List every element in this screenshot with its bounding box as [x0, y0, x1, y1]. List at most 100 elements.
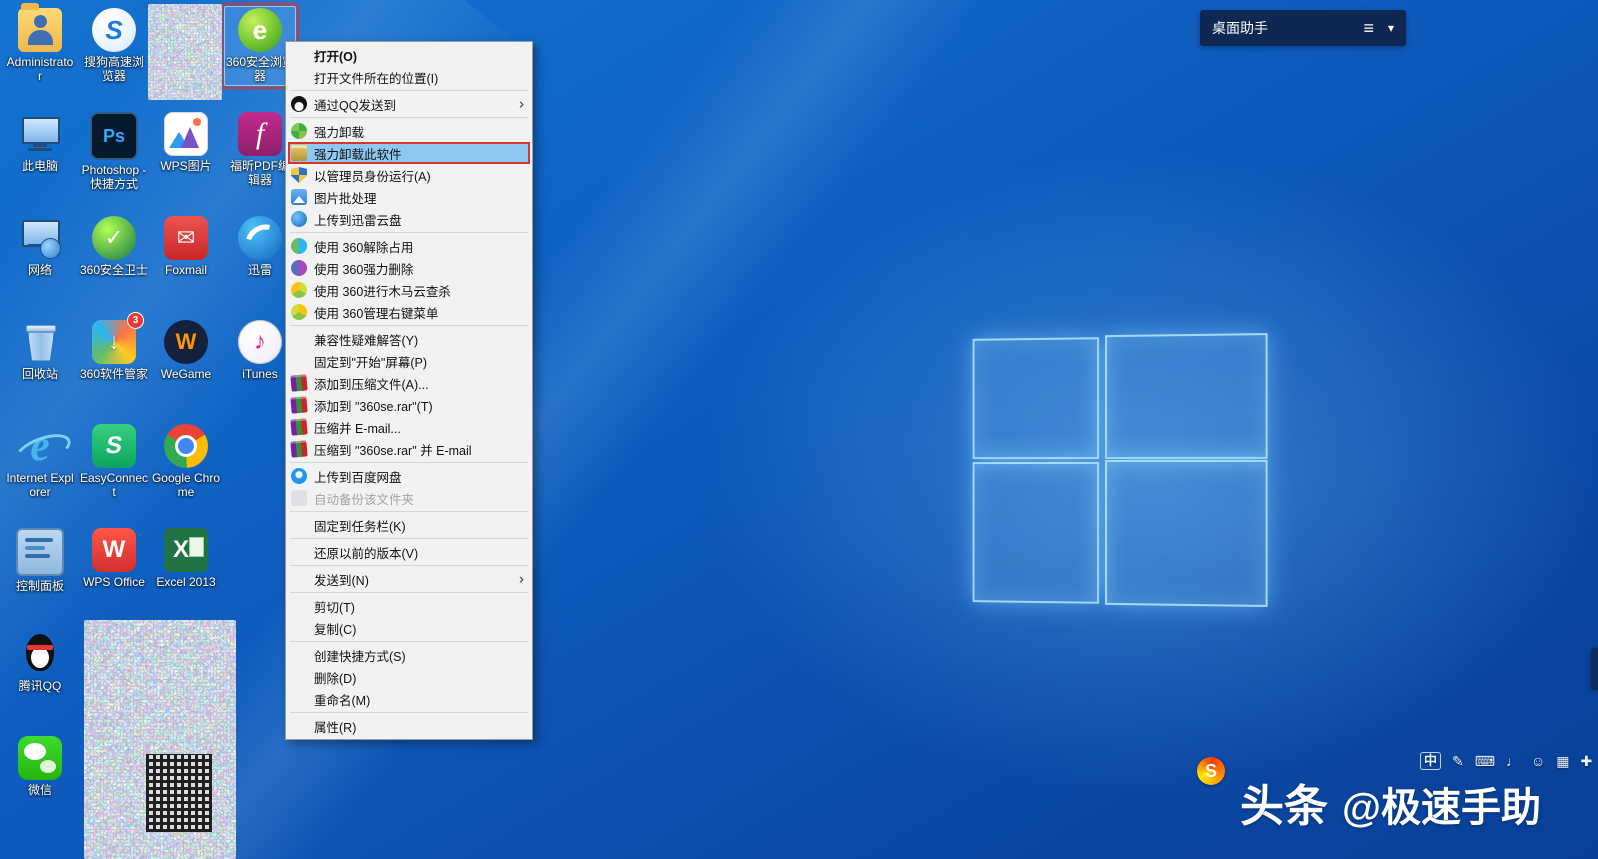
menu-item-add-to-360se-rar[interactable]: 添加到 "360se.rar"(T)	[288, 394, 530, 416]
menu-item-open[interactable]: 打开(O)	[288, 44, 530, 66]
icon-placeholder	[291, 718, 307, 734]
desktop-assistant-bar[interactable]: 桌面助手 ≡ ▾	[1200, 10, 1406, 46]
menu-item-cut[interactable]: 剪切(T)	[288, 595, 530, 617]
keyboard-icon[interactable]: ⌨	[1475, 753, 1495, 770]
desktop-icon-foxmail[interactable]: Foxmail	[150, 214, 222, 280]
wechat-icon	[18, 736, 62, 780]
mic-icon[interactable]: ♩	[1506, 753, 1520, 769]
menu-item-upload-baidu-netdisk[interactable]: 上传到百度网盘	[288, 465, 530, 487]
menu-item-properties[interactable]: 属性(R)	[288, 715, 530, 737]
360-safeguard-icon	[92, 216, 136, 260]
sidebar-handle[interactable]	[1591, 648, 1598, 690]
desktop-icon-wegame[interactable]: WeGame	[150, 318, 222, 384]
menu-item-label: 使用 360解除占用	[314, 237, 413, 256]
icon-part	[239, 218, 289, 266]
icon-part	[40, 760, 56, 773]
context-menu: 打开(O) 打开文件所在的位置(I) 通过QQ发送到› 强力卸载 强力卸载此软件…	[285, 41, 533, 740]
desktop-icon-label: 360安全卫士	[78, 263, 150, 277]
desktop-icon-label: 回收站	[4, 367, 76, 381]
menu-item-force-uninstall[interactable]: 强力卸载	[288, 120, 530, 142]
submenu-arrow-icon: ›	[519, 571, 524, 588]
easyconnect-icon	[92, 424, 136, 468]
360-menu-icon	[291, 304, 307, 320]
desktop-icon-recycle-bin[interactable]: 回收站	[4, 318, 76, 384]
menu-item-360-context-menu-manager[interactable]: 使用 360管理右键菜单	[288, 301, 530, 323]
chevron-down-icon[interactable]: ▾	[1388, 21, 1394, 35]
emoji-icon[interactable]: ☺	[1531, 753, 1545, 769]
menu-item-compress-and-email[interactable]: 压缩并 E-mail...	[288, 416, 530, 438]
desktop-icon-control-panel[interactable]: 控制面板	[4, 526, 76, 596]
desktop-icon-administrator[interactable]: Administrator	[4, 6, 76, 86]
menu-item-pin-to-start[interactable]: 固定到"开始"屏幕(P)	[288, 350, 530, 372]
menu-item-send-via-qq[interactable]: 通过QQ发送到›	[288, 93, 530, 115]
menu-item-360-unlock[interactable]: 使用 360解除占用	[288, 235, 530, 257]
icon-part	[27, 645, 53, 650]
menu-item-add-to-archive[interactable]: 添加到压缩文件(A)...	[288, 372, 530, 394]
skin-grid-icon[interactable]: ▦	[1556, 753, 1569, 770]
menu-item-rename[interactable]: 重命名(M)	[288, 688, 530, 710]
desktop-icon-photoshop[interactable]: Photoshop - 快捷方式	[78, 110, 150, 194]
qr-code-blob	[146, 754, 212, 832]
menu-item-copy[interactable]: 复制(C)	[288, 617, 530, 639]
menu-item-image-batch[interactable]: 图片批处理	[288, 186, 530, 208]
icon-part	[21, 3, 39, 10]
menu-item-create-shortcut[interactable]: 创建快捷方式(S)	[288, 644, 530, 666]
icon-part	[31, 647, 49, 668]
ime-toolbar: 中 ✎ ⌨ ♩ ☺ ▦ ✚	[1420, 752, 1592, 770]
xunlei-cloud-icon	[291, 211, 307, 227]
desktop-icon-360-software-manager[interactable]: 3 360软件管家	[78, 318, 150, 384]
menu-item-delete[interactable]: 删除(D)	[288, 666, 530, 688]
menu-item-360-force-delete[interactable]: 使用 360强力删除	[288, 257, 530, 279]
windows-desktop: Administrator 此电脑 网络 回收站 Internet Explor…	[0, 0, 1598, 859]
desktop-icon-excel-2013[interactable]: Excel 2013	[150, 526, 222, 592]
desktop-icon-sogou-browser[interactable]: 搜狗高速浏览器	[78, 6, 150, 86]
menu-item-run-as-admin[interactable]: 以管理员身份运行(A)	[288, 164, 530, 186]
menu-item-restore-previous-versions[interactable]: 还原以前的版本(V)	[288, 541, 530, 563]
menu-item-label: 通过QQ发送到	[314, 95, 396, 114]
desktop-icon-easyconnect[interactable]: EasyConnect	[78, 422, 150, 502]
ime-mode-badge[interactable]: 中	[1420, 752, 1441, 770]
360-browser-icon	[238, 8, 282, 52]
desktop-icon-tencent-qq[interactable]: 腾讯QQ	[4, 630, 76, 696]
windows-logo-pane	[1105, 460, 1268, 607]
internet-explorer-icon	[18, 424, 62, 468]
icon-part	[25, 538, 53, 542]
desktop-icon-network[interactable]: 网络	[4, 214, 76, 280]
qq-icon	[291, 96, 307, 112]
winrar-icon	[290, 374, 307, 391]
desktop-icon-internet-explorer[interactable]: Internet Explorer	[4, 422, 76, 502]
menu-item-label: 压缩并 E-mail...	[314, 418, 401, 437]
plus-tools-icon[interactable]: ✚	[1581, 753, 1593, 770]
hamburger-menu-icon[interactable]: ≡	[1363, 18, 1374, 39]
sogou-logo-icon[interactable]: S	[1197, 757, 1225, 785]
desktop-icon-wps-office[interactable]: WPS Office	[78, 526, 150, 592]
360-software-manager-icon: 3	[92, 320, 136, 364]
menu-item-send-to[interactable]: 发送到(N)›	[288, 568, 530, 590]
menu-item-open-file-location[interactable]: 打开文件所在的位置(I)	[288, 66, 530, 88]
menu-item-pin-to-taskbar[interactable]: 固定到任务栏(K)	[288, 514, 530, 536]
pen-icon[interactable]: ✎	[1452, 753, 1464, 770]
desktop-icon-label: WeGame	[150, 367, 222, 381]
menu-item-label: 剪切(T)	[314, 597, 355, 616]
itunes-icon	[238, 320, 282, 364]
windows-logo-pane	[973, 462, 1100, 604]
desktop-icon-wps-pic[interactable]: WPS图片	[150, 110, 222, 176]
desktop-icon-wechat[interactable]: 微信	[4, 734, 76, 800]
desktop-icon-360-safeguard[interactable]: 360安全卫士	[78, 214, 150, 280]
user-folder-icon	[18, 8, 62, 52]
watermark-brand: 头条	[1240, 770, 1328, 834]
menu-item-upload-xunlei-cloud[interactable]: 上传到迅雷云盘	[288, 208, 530, 230]
menu-item-360-trojan-scan[interactable]: 使用 360进行木马云查杀	[288, 279, 530, 301]
menu-item-compatibility-troubleshooter[interactable]: 兼容性疑难解答(Y)	[288, 328, 530, 350]
watermark-handle: @极速手助	[1342, 775, 1541, 833]
menu-item-compress-to-360se-rar-and-email[interactable]: 压缩到 "360se.rar" 并 E-mail	[288, 438, 530, 460]
desktop-icon-google-chrome[interactable]: Google Chrome	[150, 422, 222, 502]
wegame-icon	[164, 320, 208, 364]
watermark: 头条 @极速手助	[1240, 770, 1541, 834]
desktop-icon-label: 搜狗高速浏览器	[78, 55, 150, 83]
360-delete-icon	[291, 260, 307, 276]
windows-logo-pane	[1105, 333, 1268, 459]
menu-separator	[290, 565, 528, 566]
menu-item-force-uninstall-this-software[interactable]: 强力卸载此软件	[288, 142, 530, 164]
desktop-icon-this-pc[interactable]: 此电脑	[4, 110, 76, 176]
